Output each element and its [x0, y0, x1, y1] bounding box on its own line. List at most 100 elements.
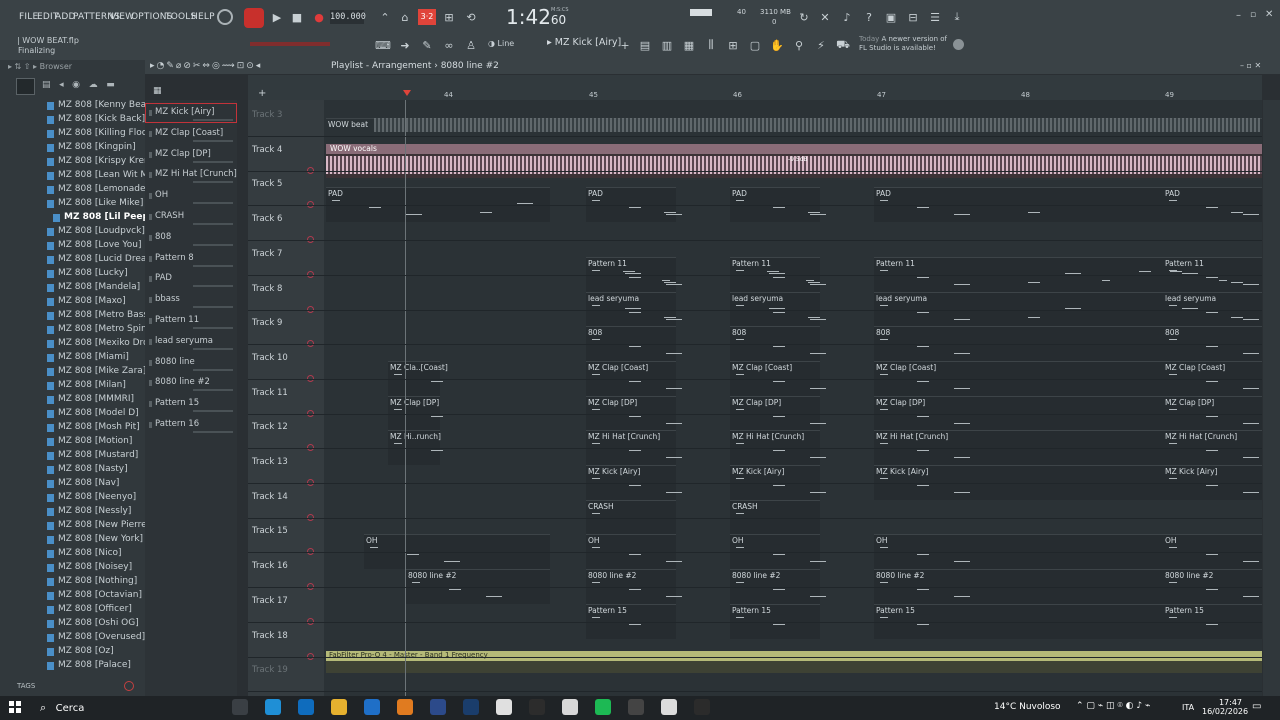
channel-item[interactable]: PAD	[149, 270, 235, 288]
notifications-icon[interactable]: ▭	[1252, 701, 1261, 712]
browser-item[interactable]: MZ 808 [Octavian]	[47, 590, 142, 600]
channel-item[interactable]: CRASH	[149, 208, 235, 226]
fx-icon[interactable]: ⚡	[812, 36, 830, 54]
browser-item[interactable]: MZ 808 [Nothing]	[47, 576, 137, 586]
browser-item[interactable]: MZ 808 [Kingpin]	[47, 142, 136, 152]
track-label[interactable]: Track 18	[252, 631, 288, 641]
undo-icon[interactable]: ↻	[795, 8, 813, 26]
browser-all-icon[interactable]	[16, 78, 35, 95]
piano-icon[interactable]: ▦	[153, 86, 162, 96]
track-label[interactable]: Track 5	[252, 179, 282, 189]
edge-icon[interactable]	[265, 699, 281, 715]
touch-icon[interactable]: ✋	[768, 36, 786, 54]
master-volume-slider[interactable]	[250, 42, 330, 46]
playlist-window-buttons[interactable]: – ▫ ✕	[1240, 61, 1261, 70]
channel-item[interactable]: bbass	[149, 291, 235, 309]
step-edit-icon[interactable]: ⊞	[440, 8, 458, 26]
play-icon[interactable]: ▶	[268, 8, 286, 26]
outlook-icon[interactable]	[298, 699, 314, 715]
lightroom-icon[interactable]	[463, 699, 479, 715]
browser-item[interactable]: MZ 808 [Officer]	[47, 604, 132, 614]
browser-item[interactable]: MZ 808 [Neenyo]	[47, 492, 136, 502]
pencil-icon[interactable]: ✎	[418, 36, 436, 54]
browser-item[interactable]: MZ 808 [Like Mike]	[47, 198, 143, 208]
browser-item[interactable]: MZ 808 [Oshi OG]	[47, 618, 139, 628]
browser-item[interactable]: MZ 808 [Mustard]	[47, 450, 138, 460]
master-pitch-knob[interactable]	[217, 9, 233, 25]
browser-item[interactable]: MZ 808 [Loudpvck]	[47, 226, 145, 236]
browser-item[interactable]: MZ 808 [Milan]	[47, 380, 126, 390]
globe-icon[interactable]	[953, 39, 964, 50]
browser-item[interactable]: MZ 808 [Nessly]	[47, 506, 131, 516]
browser-item[interactable]: MZ 808 [Love You]	[47, 240, 141, 250]
add-icon[interactable]: +	[616, 36, 634, 54]
channel-item[interactable]: lead seryuma	[149, 333, 235, 351]
track-label[interactable]: Track 4	[252, 145, 282, 155]
track-label[interactable]: Track 6	[252, 214, 282, 224]
menu-help[interactable]: HELP	[191, 12, 215, 22]
arrow-icon[interactable]: ➜	[396, 36, 414, 54]
download-icon[interactable]: ⤓	[948, 8, 966, 26]
browser-tools[interactable]: ▤ ◂ ◉ ☁ ▬	[42, 80, 115, 90]
channel-item[interactable]: Pattern 11	[149, 312, 235, 330]
close-icon[interactable]: ✕	[1265, 9, 1273, 20]
channel-item[interactable]: 8080 line #2	[149, 374, 235, 392]
channel-item[interactable]: Pattern 15	[149, 395, 235, 413]
track-label[interactable]: Track 10	[252, 353, 288, 363]
playlist-icon[interactable]: ▤	[636, 36, 654, 54]
browser-item[interactable]: MZ 808 [Overused]	[47, 632, 145, 642]
timeline-ruler[interactable]	[248, 75, 1262, 100]
browser-item[interactable]: MZ 808 [MMMRI]	[47, 394, 134, 404]
language-indicator[interactable]: ITA	[1182, 703, 1194, 712]
browser-item[interactable]: MZ 808 [Mike Zara]	[47, 366, 146, 376]
browser-item[interactable]: MZ 808 [Lean Wit Me]	[47, 170, 157, 180]
browser-item[interactable]: MZ 808 [New York]	[47, 534, 143, 544]
playhead-marker[interactable]	[403, 90, 411, 96]
task-view-icon[interactable]	[232, 699, 248, 715]
obs-icon[interactable]	[628, 699, 644, 715]
tempo-tapper-icon[interactable]: ⚲	[790, 36, 808, 54]
track-label[interactable]: Track 16	[252, 561, 288, 571]
plugin-picker-icon[interactable]: ▢	[746, 36, 764, 54]
channel-item[interactable]: MZ Clap [Coast]	[149, 125, 235, 143]
keyboard-icon[interactable]: ⌨	[374, 36, 392, 54]
photoshop-icon[interactable]	[430, 699, 446, 715]
save-icon[interactable]: ▣	[882, 8, 900, 26]
playlist-tools[interactable]: ▸◔✎⌀⊘✂⇔◎⟿⊡⊙◂	[150, 61, 262, 71]
automation-clip[interactable]: FabFilter Pro-Q 4 - Master - Band 1 Freq…	[326, 650, 1262, 661]
track-label[interactable]: Track 9	[252, 318, 282, 328]
help-icon[interactable]: ?	[860, 8, 878, 26]
track-label[interactable]: Track 3	[252, 110, 282, 120]
channel-item[interactable]: OH	[149, 187, 235, 205]
track-label[interactable]: Track 17	[252, 596, 288, 606]
track-label[interactable]: Track 12	[252, 422, 288, 432]
cut-icon[interactable]: ✕	[816, 8, 834, 26]
wait-input-icon[interactable]: ⌂	[396, 8, 414, 26]
chrome-icon[interactable]	[496, 699, 512, 715]
browser-item[interactable]: MZ 808 [Mosh Pit]	[47, 422, 140, 432]
news-panel[interactable]: Today A newer version of FL Studio is av…	[859, 35, 947, 53]
browser-item[interactable]: MZ 808 [Kick Back]	[47, 114, 145, 124]
browser-item[interactable]: MZ 808 [Nico]	[47, 548, 122, 558]
vertical-scrollbar[interactable]	[1263, 100, 1280, 696]
search-icon[interactable]	[124, 681, 134, 691]
browser-item[interactable]: MZ 808 [Noisey]	[47, 562, 132, 572]
channel-item[interactable]: 8080 line	[149, 354, 235, 372]
browser-item[interactable]: MZ 808 [Kenny Beats]	[47, 100, 158, 110]
cart-icon[interactable]: ⛟	[834, 36, 852, 54]
restore-icon[interactable]: ▫	[1250, 10, 1256, 20]
track-label[interactable]: Track 15	[252, 526, 288, 536]
piano-roll-icon[interactable]: ▥	[658, 36, 676, 54]
stop-icon[interactable]: ■	[288, 8, 306, 26]
browser-item[interactable]: MZ 808 [Nav]	[47, 478, 119, 488]
weather-widget[interactable]: 14°C Nuvoloso	[994, 702, 1061, 712]
premiere-icon[interactable]	[694, 699, 710, 715]
browser-item[interactable]: MZ 808 [Miami]	[47, 352, 129, 362]
channel-item[interactable]: MZ Hi Hat [Crunch]	[149, 166, 237, 184]
clock[interactable]: 17:47 16/02/2026	[1202, 698, 1248, 716]
add-track-icon[interactable]: +	[258, 88, 266, 99]
chat-icon[interactable]: ☰	[926, 8, 944, 26]
mixer-icon[interactable]: ⫼	[702, 36, 720, 54]
countdown-icon[interactable]: 3·2	[418, 9, 436, 25]
fl-studio-icon[interactable]	[397, 699, 413, 715]
